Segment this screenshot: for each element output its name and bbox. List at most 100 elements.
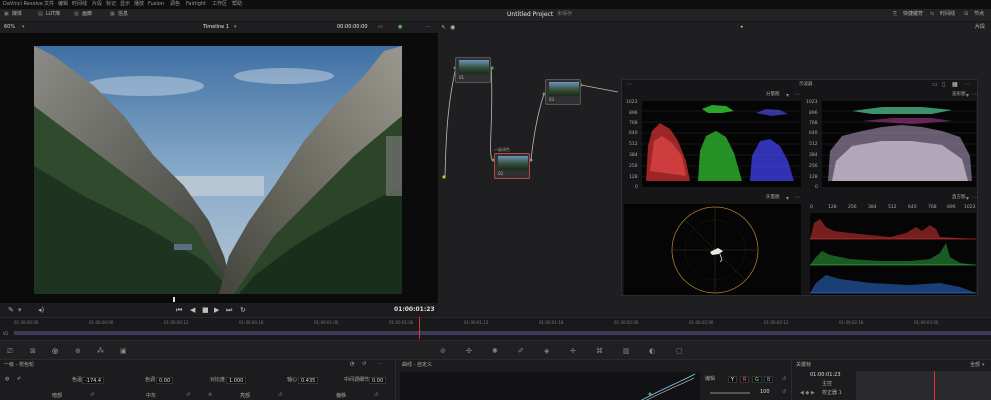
crosshair-icon[interactable]: ✢ (208, 393, 212, 398)
node-01[interactable]: 01 (455, 57, 491, 83)
timeline-button[interactable]: 时间线 (940, 12, 955, 17)
keyframe-controls-icon[interactable]: ◀ ◆ ▶ (800, 391, 815, 396)
timeline-clip[interactable] (14, 331, 991, 335)
info-icon[interactable]: ▦ (110, 12, 115, 17)
sync-icon[interactable]: ● (398, 25, 402, 30)
warper-icon[interactable]: ✣ (466, 347, 472, 355)
window-icon[interactable]: ◈ (544, 347, 549, 355)
more-icon[interactable]: ⋯ (626, 82, 632, 88)
nodes-button[interactable]: 节点 (974, 12, 984, 17)
magic-mask-icon[interactable]: ⌘ (596, 347, 603, 355)
channel-b[interactable]: B (764, 376, 774, 383)
playhead[interactable] (419, 317, 420, 339)
temp-field[interactable]: -174.4 (82, 377, 105, 384)
menu-timeline[interactable]: 时间线 (72, 2, 87, 7)
node-03[interactable]: 03 (545, 79, 581, 105)
lut-icon[interactable]: ▤ (38, 12, 43, 17)
shortcut-button[interactable]: 快捷键符 (903, 12, 923, 17)
timeline-name[interactable]: Timeline 1 (203, 25, 229, 30)
eyedropper-icon[interactable]: ✐ (17, 377, 21, 382)
layout-dual-icon[interactable]: ▯ (942, 82, 945, 88)
gallery-tab[interactable]: 画廊 (82, 12, 92, 17)
contrast-field[interactable]: 1.000 (226, 377, 247, 384)
viewer[interactable] (0, 33, 438, 303)
reset-icon[interactable]: ↺ (90, 393, 94, 398)
parade-label[interactable]: 分量图 (766, 92, 780, 98)
chevron-down-icon[interactable]: ▾ (18, 307, 22, 314)
layout-icon[interactable]: ▭ (378, 25, 383, 30)
chevron-down-icon[interactable]: ▾ (786, 93, 789, 99)
menu-fairlight[interactable]: Fairlight (186, 2, 206, 7)
skip-forward-icon[interactable]: ⏭ (226, 307, 232, 314)
lut-tab[interactable]: LUT库 (46, 12, 60, 17)
info-tab[interactable]: 信息 (118, 12, 128, 17)
menu-color[interactable]: 调色 (170, 2, 180, 7)
pen-tool-icon[interactable]: ✎ (8, 307, 14, 314)
chevron-down-icon[interactable]: ▾ (786, 196, 789, 202)
chevron-down-icon[interactable]: ▾ (22, 25, 25, 30)
rgb-mixer-icon[interactable]: ⊕ (75, 347, 81, 355)
eyedropper-icon[interactable]: ✐ (518, 347, 524, 355)
stop-icon[interactable]: ■ (202, 307, 209, 314)
menu-view[interactable]: 显示 (120, 2, 130, 7)
speaker-icon[interactable]: ◂) (38, 307, 44, 314)
reset-icon[interactable]: ↺ (362, 362, 366, 367)
color-wheels-icon[interactable]: ◎ (52, 347, 58, 355)
timeline-icon[interactable]: ⇆ (930, 12, 934, 17)
blur-icon[interactable]: ▥ (623, 347, 630, 355)
scrub-marker[interactable] (173, 297, 175, 302)
more-icon[interactable]: ⋯ (972, 92, 978, 98)
shortcut-icon[interactable]: ⎘ (893, 12, 897, 17)
menu-fusion[interactable]: Fusion (148, 2, 164, 7)
more-icon[interactable]: ⋯ (794, 195, 800, 201)
keyframe-track[interactable] (856, 371, 991, 400)
timeline-ruler[interactable]: 01:00:00:00 01:00:00:06 01:00:00:12 01:0… (0, 317, 991, 339)
reset-icon[interactable]: ↺ (278, 393, 282, 398)
channel-y[interactable]: Y (728, 376, 738, 383)
skip-back-icon[interactable]: ⏮ (176, 307, 182, 314)
intensity-value[interactable]: 100 (760, 390, 770, 395)
menu-playback[interactable]: 播放 (134, 2, 144, 7)
keyframes-mode[interactable]: 全部 (970, 363, 980, 368)
tint-field[interactable]: 0.00 (156, 377, 174, 384)
node-02[interactable]: 02 (494, 153, 530, 179)
curves-graph[interactable] (400, 372, 700, 400)
intensity-slider[interactable] (710, 392, 750, 394)
channel-g[interactable]: G (752, 376, 762, 383)
pivot-field[interactable]: 0.435 (298, 377, 319, 384)
gallery-icon[interactable]: ▥ (74, 12, 79, 17)
hdr-icon[interactable]: ▣ (120, 347, 127, 355)
chevron-down-icon[interactable]: ▾ (966, 93, 969, 99)
more-icon[interactable]: ⋯ (426, 25, 431, 30)
more-icon[interactable]: ⋯ (972, 195, 978, 201)
curves-icon[interactable]: ⊘ (440, 347, 446, 355)
play-icon[interactable]: ▶ (214, 307, 219, 314)
channel-r[interactable]: R (740, 376, 750, 383)
mid-detail-field[interactable]: 0.00 (369, 377, 387, 384)
layout-single-icon[interactable]: ▭ (932, 82, 938, 88)
menu-workspace[interactable]: 工作区 (212, 2, 227, 7)
media-pool-tab[interactable]: 媒体 (12, 12, 22, 17)
vectorscope-label[interactable]: 矢量图 (766, 195, 780, 201)
more-icon[interactable]: ⋯ (794, 92, 800, 98)
waveform-label[interactable]: 波形图 (952, 92, 966, 98)
menu-edit[interactable]: 编辑 (58, 2, 68, 7)
menu-help[interactable]: 帮助 (232, 2, 242, 7)
menu-clip[interactable]: 片段 (92, 2, 102, 7)
nodes-icon[interactable]: ⊞ (964, 12, 968, 17)
picker-icon[interactable]: ◍ (5, 377, 9, 382)
chevron-down-icon[interactable]: ▾ (966, 196, 969, 202)
menu-file[interactable]: 文件 (44, 2, 54, 7)
chevron-down-icon[interactable]: ▾ (234, 25, 237, 30)
clock-icon[interactable]: ◷ (350, 362, 354, 367)
qualifier-icon[interactable]: ✺ (492, 347, 498, 355)
chevron-down-icon[interactable]: ▾ (982, 363, 985, 368)
reset-icon[interactable]: ↺ (186, 393, 190, 398)
histogram-label[interactable]: 直方图 (952, 195, 966, 201)
reset-icon[interactable]: ↺ (782, 390, 786, 395)
camera-raw-icon[interactable]: ⎚ (7, 347, 13, 356)
color-match-icon[interactable]: ⊠ (30, 347, 36, 355)
motion-effects-icon[interactable]: ⁂ (97, 347, 104, 355)
loop-icon[interactable]: ↻ (240, 307, 246, 314)
sizing-icon[interactable]: ▢ (676, 347, 683, 355)
